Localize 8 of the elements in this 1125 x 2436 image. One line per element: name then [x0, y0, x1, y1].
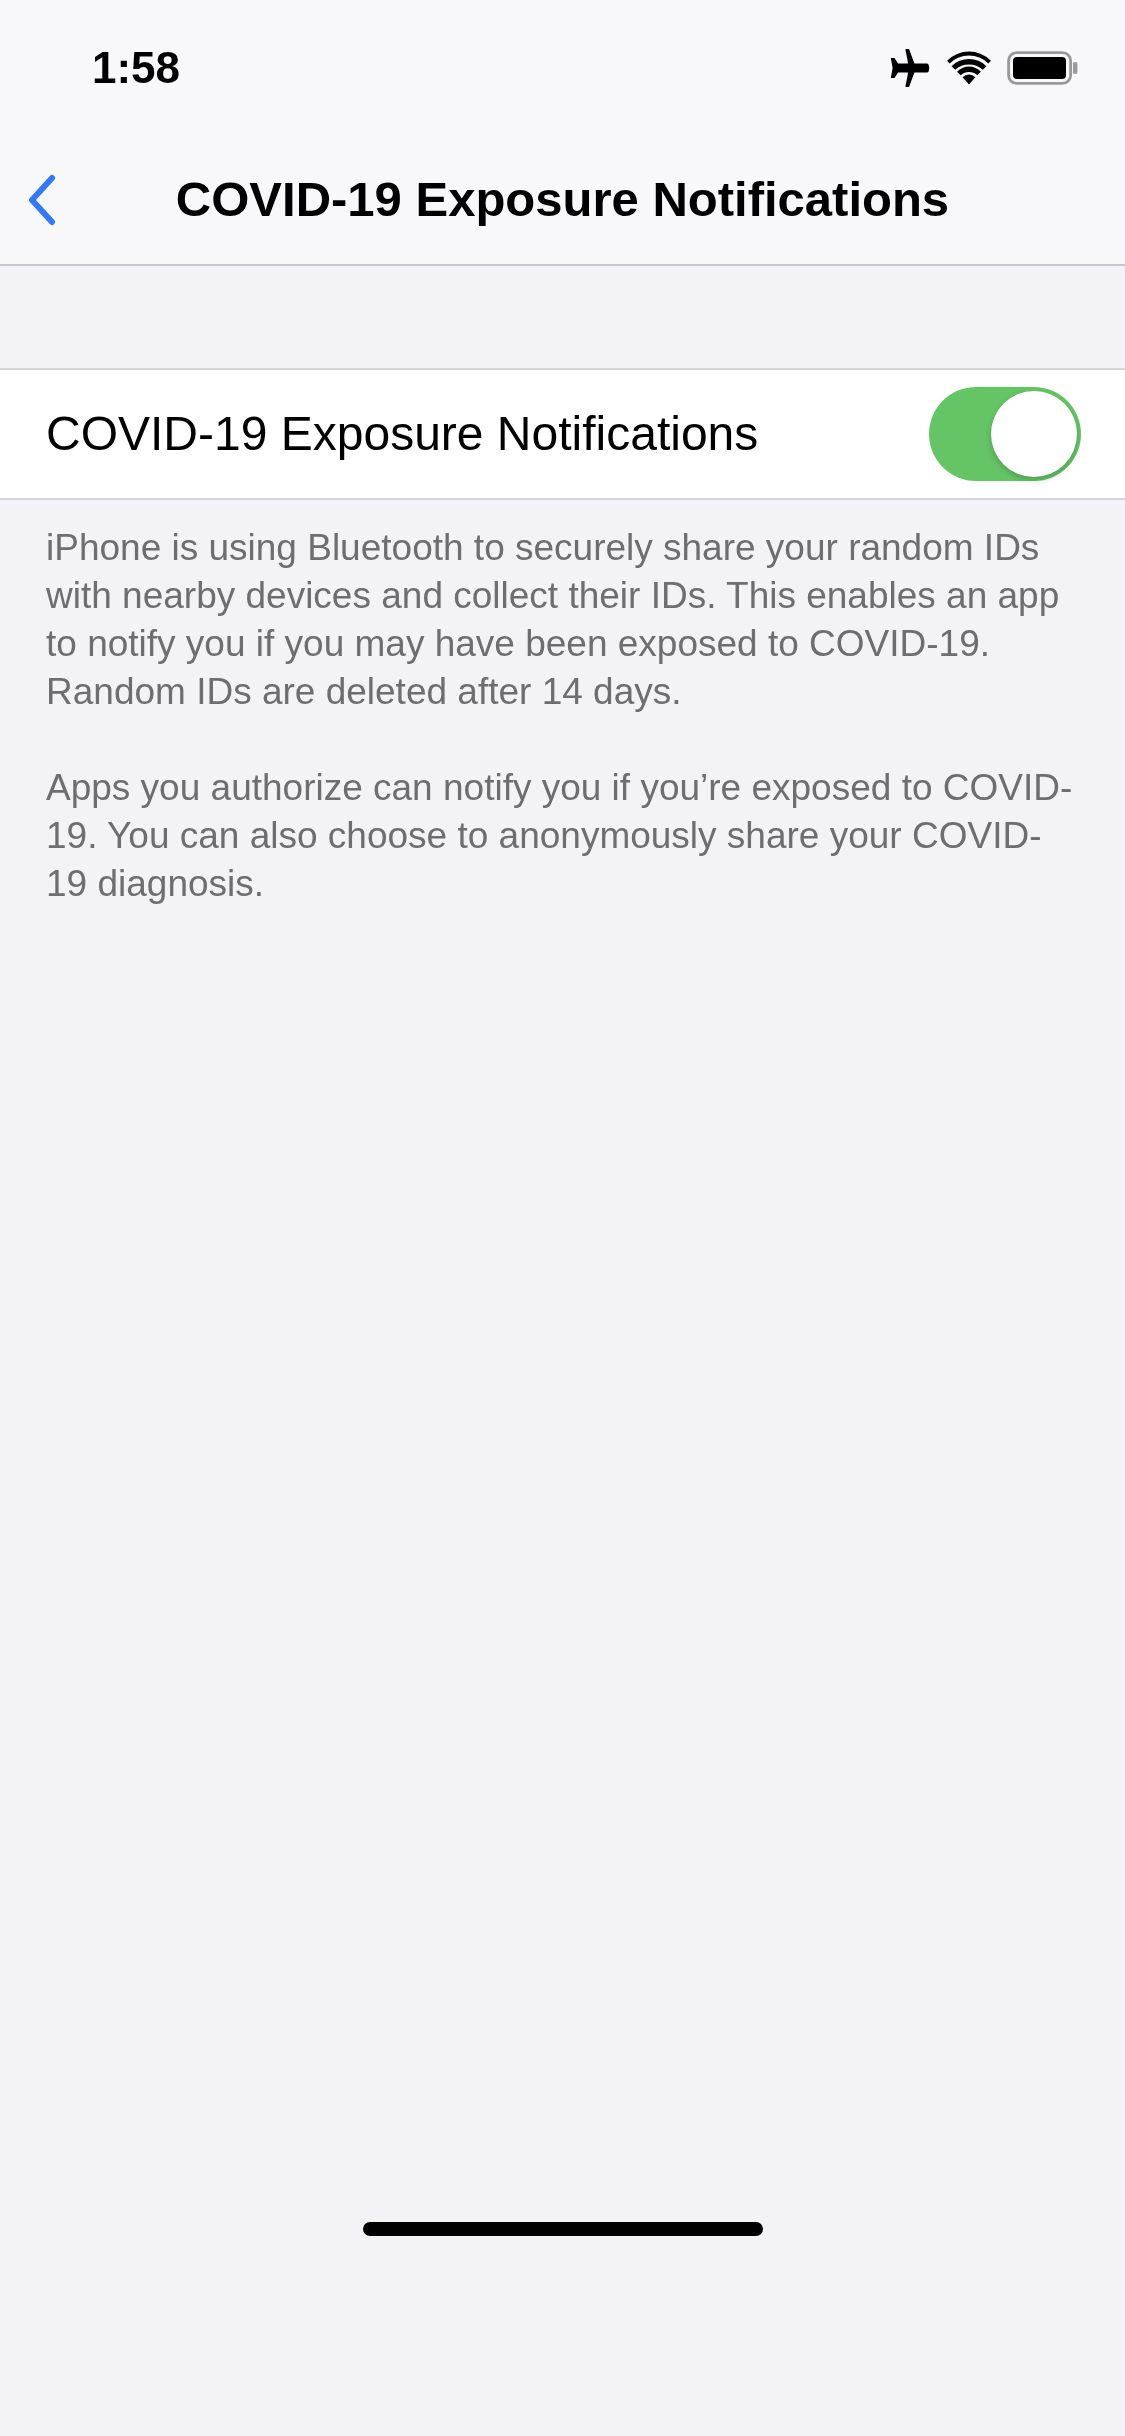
footer-text: iPhone is using Bluetooth to securely share your random IDs with nearby devices and collect their IDs. This enables an app to notify you if you may have been exposed to COVID-19. Random IDs are deleted after 14 days.	[46, 526, 1061, 714]
back-chevron-icon	[28, 174, 56, 226]
status-time: 1:58	[92, 42, 181, 94]
setting-label: COVID-19 Exposure Notifications	[46, 406, 759, 462]
wifi-icon	[947, 51, 991, 85]
nav-title: COVID-19 Exposure Notifications	[175, 171, 950, 229]
footer-text: Apps you authorize can notify you if you’re exposed to COVID-19. You can also choose to anonymously share your COVID-19 diagnosis.	[46, 766, 1074, 906]
battery-icon	[1007, 51, 1079, 85]
